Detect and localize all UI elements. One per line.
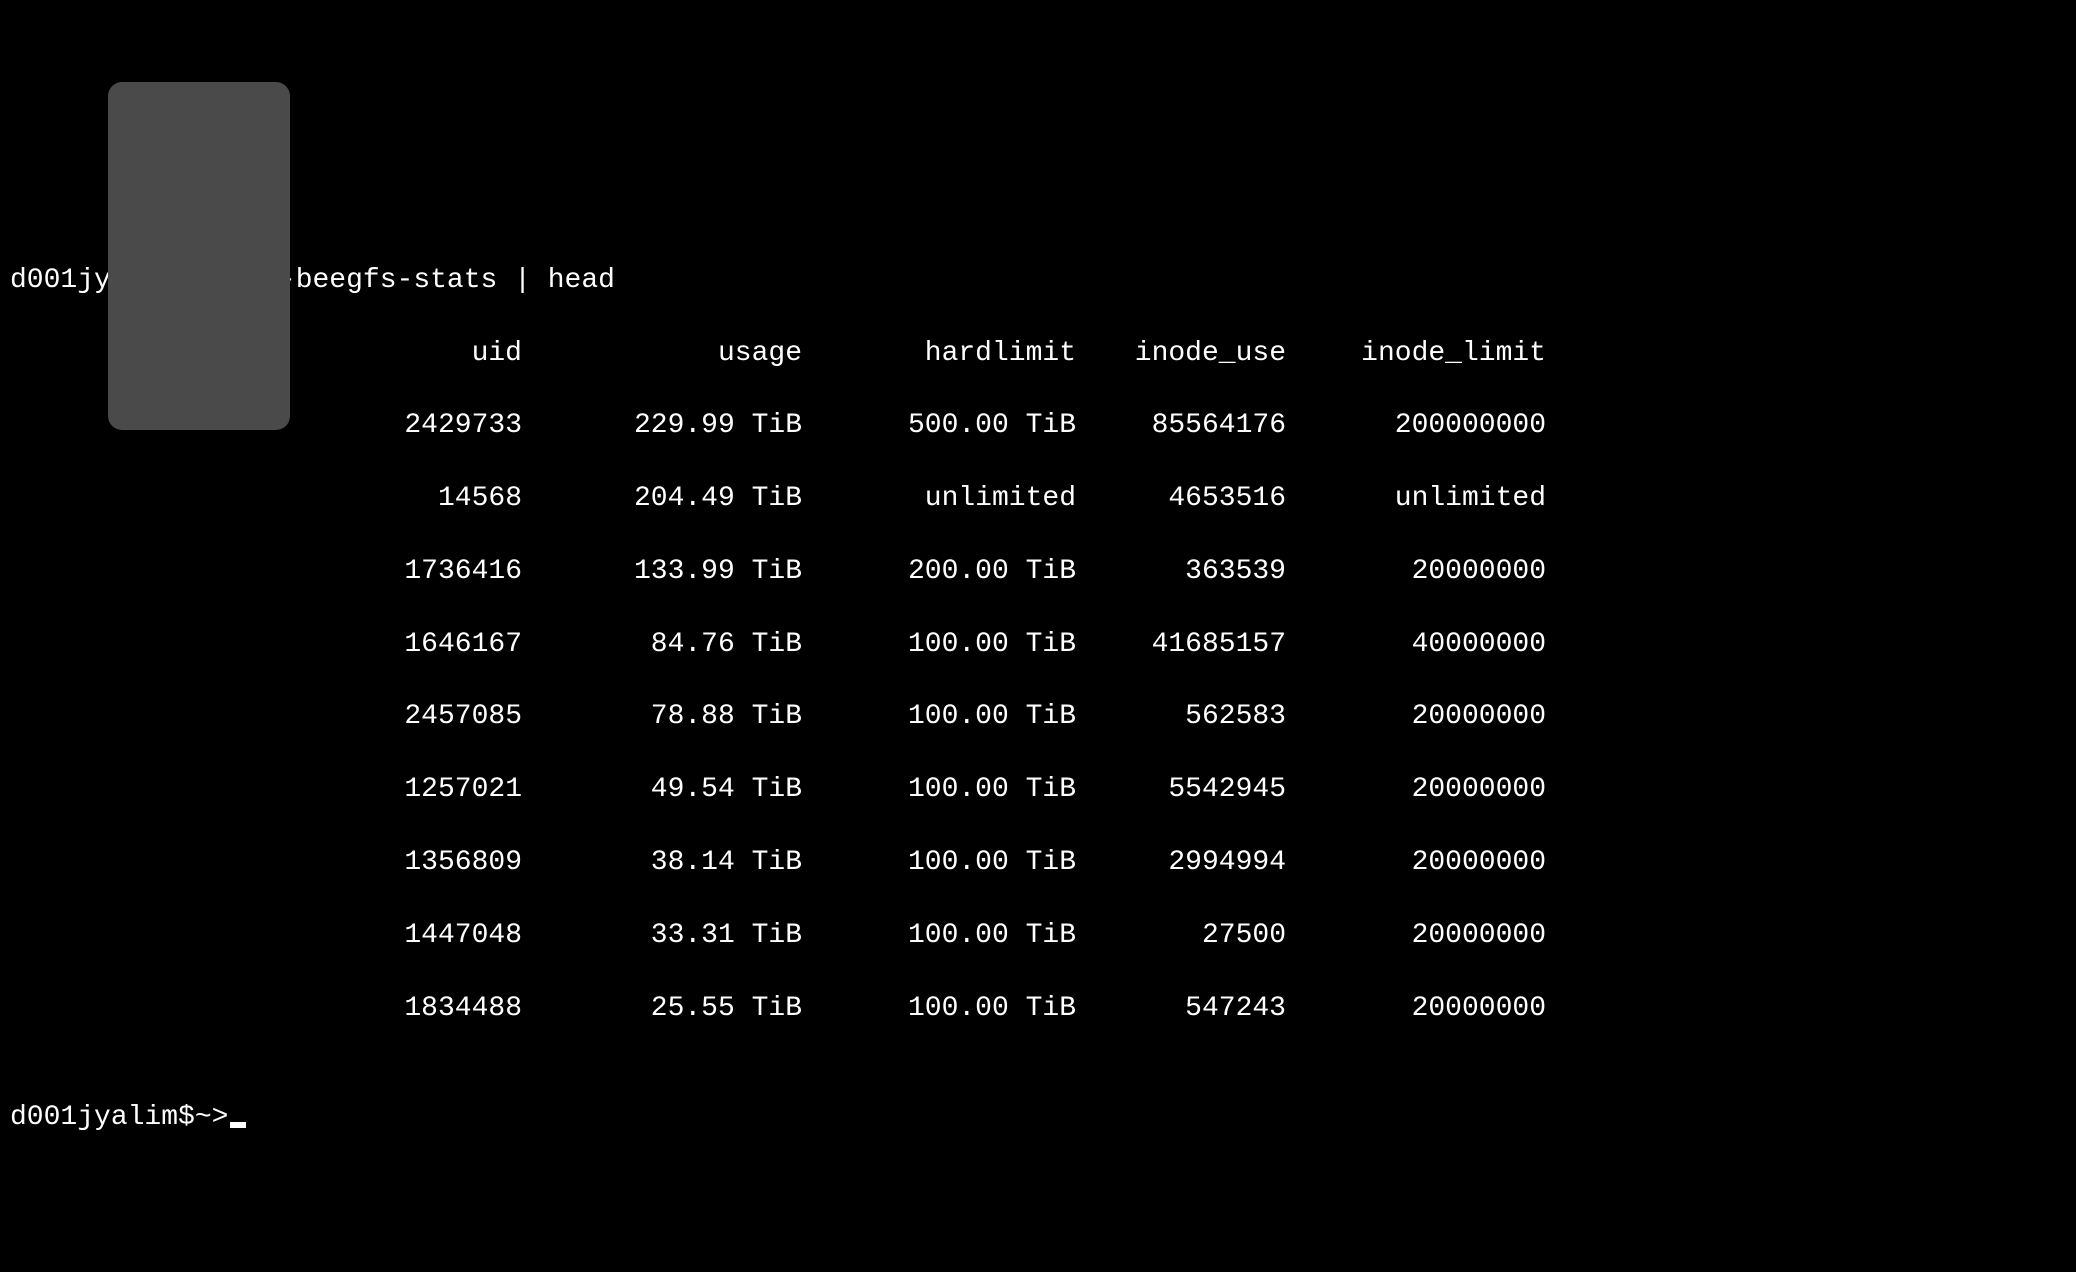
table-row: 125702149.54 TiB100.00 TiB55429452000000…: [10, 772, 2066, 808]
header-inode-use: inode_use: [1076, 336, 1286, 372]
hardlimit-cell: 100.00 TiB: [802, 699, 1076, 735]
usage-cell: 84.76 TiB: [522, 627, 802, 663]
inode-limit-cell: 20000000: [1286, 918, 1546, 954]
inode-use-cell: 85564176: [1076, 408, 1286, 444]
prompt-tilde: ~: [195, 1102, 212, 1133]
table-row: 245708578.88 TiB100.00 TiB56258320000000: [10, 699, 2066, 735]
inode-use-cell: 27500: [1076, 918, 1286, 954]
usage-cell: 33.31 TiB: [522, 918, 802, 954]
table-row: 2429733229.99 TiB500.00 TiB8556417620000…: [10, 408, 2066, 444]
uid-cell: 2429733: [272, 408, 522, 444]
usage-cell: 133.99 TiB: [522, 554, 802, 590]
hardlimit-cell: 100.00 TiB: [802, 918, 1076, 954]
hardlimit-cell: 200.00 TiB: [802, 554, 1076, 590]
uid-cell: 1447048: [272, 918, 522, 954]
prompt-user: jyalim: [77, 1102, 178, 1133]
inode-limit-cell: unlimited: [1286, 481, 1546, 517]
table-row: 164616784.76 TiB100.00 TiB41685157400000…: [10, 627, 2066, 663]
usage-cell: 49.54 TiB: [522, 772, 802, 808]
hardlimit-cell: unlimited: [802, 481, 1076, 517]
inode-use-cell: 547243: [1076, 991, 1286, 1027]
uid-cell: 1736416: [272, 554, 522, 590]
usage-cell: 78.88 TiB: [522, 699, 802, 735]
inode-limit-cell: 40000000: [1286, 627, 1546, 663]
hardlimit-cell: 100.00 TiB: [802, 772, 1076, 808]
prompt-dollar: $: [178, 1102, 195, 1133]
table-row: 183448825.55 TiB100.00 TiB54724320000000: [10, 991, 2066, 1027]
inode-use-cell: 5542945: [1076, 772, 1286, 808]
inode-limit-cell: 20000000: [1286, 845, 1546, 881]
inode-limit-cell: 200000000: [1286, 408, 1546, 444]
uid-cell: 1834488: [272, 991, 522, 1027]
inode-limit-cell: 20000000: [1286, 991, 1546, 1027]
cursor: [230, 1122, 246, 1128]
prompt-gt: >: [212, 1102, 229, 1133]
usage-cell: 204.49 TiB: [522, 481, 802, 517]
usage-cell: 229.99 TiB: [522, 408, 802, 444]
inode-limit-cell: 20000000: [1286, 699, 1546, 735]
usage-cell: 25.55 TiB: [522, 991, 802, 1027]
inode-use-cell: 41685157: [1076, 627, 1286, 663]
uid-cell: 1646167: [272, 627, 522, 663]
inode-use-cell: 562583: [1076, 699, 1286, 735]
inode-use-cell: 363539: [1076, 554, 1286, 590]
table-row: 1736416133.99 TiB200.00 TiB3635392000000…: [10, 554, 2066, 590]
table-row: 135680938.14 TiB100.00 TiB29949942000000…: [10, 845, 2066, 881]
header-inode-limit: inode_limit: [1286, 336, 1546, 372]
terminal-output[interactable]: d001jyalim$~>get-beegfs-stats | head use…: [10, 226, 2066, 1172]
header-hardlimit: hardlimit: [802, 336, 1076, 372]
hardlimit-cell: 500.00 TiB: [802, 408, 1076, 444]
header-usage: usage: [522, 336, 802, 372]
hardlimit-cell: 100.00 TiB: [802, 627, 1076, 663]
usage-cell: 38.14 TiB: [522, 845, 802, 881]
hardlimit-cell: 100.00 TiB: [802, 845, 1076, 881]
hardlimit-cell: 100.00 TiB: [802, 991, 1076, 1027]
inode-limit-cell: 20000000: [1286, 772, 1546, 808]
prompt-line-2: d001jyalim$~>: [10, 1100, 2066, 1136]
uid-cell: 14568: [272, 481, 522, 517]
inode-use-cell: 4653516: [1076, 481, 1286, 517]
header-uid: uid: [272, 336, 522, 372]
inode-limit-cell: 20000000: [1286, 554, 1546, 590]
table-row: 14568204.49 TiBunlimited4653516unlimited: [10, 481, 2066, 517]
inode-use-cell: 2994994: [1076, 845, 1286, 881]
table-header: useruidusagehardlimitinode_useinode_limi…: [10, 336, 2066, 372]
prompt-host: d001: [10, 265, 77, 296]
uid-cell: 2457085: [272, 699, 522, 735]
uid-cell: 1257021: [272, 772, 522, 808]
redaction-overlay: [108, 82, 290, 430]
command-line: d001jyalim$~>get-beegfs-stats | head: [10, 263, 2066, 299]
prompt-host: d001: [10, 1102, 77, 1133]
uid-cell: 1356809: [272, 845, 522, 881]
table-body: 2429733229.99 TiB500.00 TiB8556417620000…: [10, 408, 2066, 1063]
table-row: 144704833.31 TiB100.00 TiB2750020000000: [10, 918, 2066, 954]
